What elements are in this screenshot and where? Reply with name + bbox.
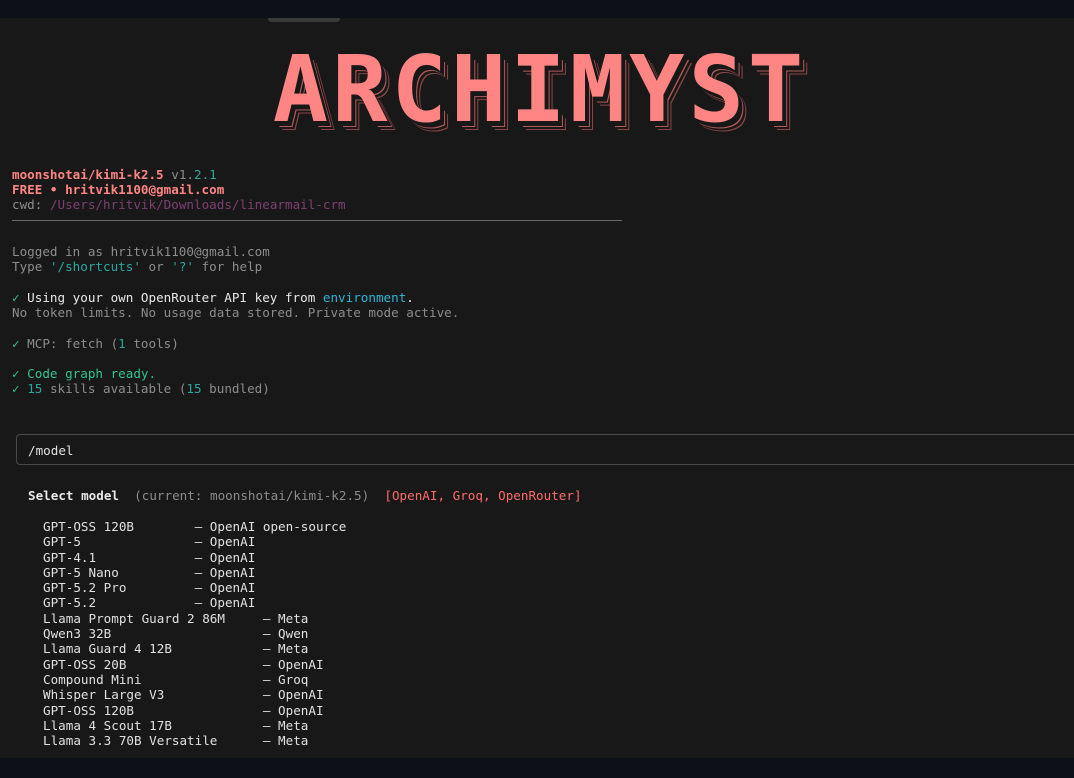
current-model: (current: moonshotai/kimi-k2.5) bbox=[134, 488, 369, 503]
model-option-provider: – OpenAI bbox=[195, 550, 256, 565]
check-icon: ✓ bbox=[12, 290, 20, 305]
model-option[interactable]: Whisper Large V3– OpenAI bbox=[43, 687, 346, 702]
model-option[interactable]: GPT-5.2 Pro– OpenAI bbox=[43, 580, 346, 595]
version-prefix: v1. bbox=[171, 167, 194, 182]
help-command: '?' bbox=[171, 259, 194, 274]
archimyst-logo: ARCHIMYST bbox=[220, 40, 860, 140]
model-option[interactable]: GPT-4.1– OpenAI bbox=[43, 550, 346, 565]
status-text: Using your own OpenRouter API key from bbox=[20, 290, 323, 305]
model-option-provider: – OpenAI bbox=[195, 534, 256, 549]
model-option-provider: – Meta bbox=[263, 718, 309, 733]
status-text: skills available ( bbox=[42, 381, 186, 396]
model-option[interactable]: GPT-5 Nano– OpenAI bbox=[43, 565, 346, 580]
cwd-path: /Users/hritvik/Downloads/linearmail-crm bbox=[50, 197, 346, 212]
model-option[interactable]: Llama 4 Scout 17B– Meta bbox=[43, 718, 346, 733]
check-icon: ✓ bbox=[12, 336, 20, 351]
model-option-name: Llama 4 Scout 17B bbox=[43, 718, 263, 733]
model-selector-header: Select model (current: moonshotai/kimi-k… bbox=[28, 488, 582, 503]
model-line: moonshotai/kimi-k2.5 v1.2.1 bbox=[12, 167, 217, 182]
model-option-provider: – OpenAI bbox=[195, 595, 256, 610]
logged-in-text: Logged in as hritvik1100@gmail.com bbox=[12, 244, 270, 259]
plan-line: FREE • hritvik1100@gmail.com bbox=[12, 182, 224, 197]
model-option-provider: – OpenAI bbox=[263, 703, 324, 718]
status-text: MCP: fetch ( bbox=[20, 336, 119, 351]
privacy-text: No token limits. No usage data stored. P… bbox=[12, 305, 459, 320]
api-key-status: ✓ Using your own OpenRouter API key from… bbox=[12, 290, 414, 305]
model-option[interactable]: GPT-5.2– OpenAI bbox=[43, 595, 346, 610]
bundled-count: 15 bbox=[186, 381, 201, 396]
model-option-provider: – Qwen bbox=[263, 626, 309, 641]
status-text: Code graph ready. bbox=[20, 366, 156, 381]
model-option-provider: – Groq bbox=[263, 672, 309, 687]
model-option[interactable]: Qwen3 32B– Qwen bbox=[43, 626, 346, 641]
divider bbox=[12, 220, 622, 221]
model-list: GPT-OSS 120B– OpenAI open-sourceGPT-5– O… bbox=[43, 519, 346, 748]
model-option-provider: – OpenAI open-source bbox=[195, 519, 347, 534]
tool-count: 1 bbox=[118, 336, 126, 351]
model-option-name: GPT-5.2 bbox=[43, 595, 195, 610]
model-option[interactable]: Llama Guard 4 12B– Meta bbox=[43, 641, 346, 656]
hint-text: for help bbox=[194, 259, 262, 274]
environment-label: environment bbox=[323, 290, 406, 305]
model-option[interactable]: GPT-OSS 120B– OpenAI bbox=[43, 703, 346, 718]
check-icon: ✓ bbox=[12, 381, 20, 396]
model-option-provider: – OpenAI bbox=[195, 580, 256, 595]
model-option-name: Llama Guard 4 12B bbox=[43, 641, 263, 656]
command-input[interactable]: /model bbox=[16, 434, 1074, 465]
model-option-name: Llama Prompt Guard 2 86M bbox=[43, 611, 263, 626]
model-option-provider: – OpenAI bbox=[263, 657, 324, 672]
mcp-status: ✓ MCP: fetch (1 tools) bbox=[12, 336, 179, 351]
tab-handle[interactable] bbox=[268, 18, 340, 22]
model-option-name: GPT-OSS 120B bbox=[43, 519, 195, 534]
hint-text: Type bbox=[12, 259, 50, 274]
status-text: tools) bbox=[126, 336, 179, 351]
skills-count: 15 bbox=[27, 381, 42, 396]
model-option-name: GPT-5.2 Pro bbox=[43, 580, 195, 595]
model-option-provider: – Meta bbox=[263, 611, 309, 626]
model-option-name: Qwen3 32B bbox=[43, 626, 263, 641]
skills-status: ✓ 15 skills available (15 bundled) bbox=[12, 381, 270, 396]
model-option-name: GPT-4.1 bbox=[43, 550, 195, 565]
provider-list: [OpenAI, Groq, OpenRouter] bbox=[384, 488, 581, 503]
check-icon: ✓ bbox=[12, 366, 20, 381]
version-suffix: 2.1 bbox=[194, 167, 217, 182]
model-option-name: GPT-OSS 120B bbox=[43, 703, 263, 718]
model-name: moonshotai/kimi-k2.5 bbox=[12, 167, 164, 182]
model-option-name: GPT-5 Nano bbox=[43, 565, 195, 580]
model-option-name: Compound Mini bbox=[43, 672, 263, 687]
status-text: bundled) bbox=[202, 381, 270, 396]
model-option-name: Llama 3.3 70B Versatile bbox=[43, 733, 263, 748]
status-text: . bbox=[406, 290, 414, 305]
cwd-line: cwd: /Users/hritvik/Downloads/linearmail… bbox=[12, 197, 346, 212]
model-option[interactable]: GPT-OSS 120B– OpenAI open-source bbox=[43, 519, 346, 534]
selector-title: Select model bbox=[28, 488, 119, 503]
model-option-provider: – OpenAI bbox=[195, 565, 256, 580]
model-option-name: GPT-5 bbox=[43, 534, 195, 549]
shortcuts-command: '/shortcuts' bbox=[50, 259, 141, 274]
model-option-provider: – Meta bbox=[263, 641, 309, 656]
model-option-name: GPT-OSS 20B bbox=[43, 657, 263, 672]
model-option-provider: – OpenAI bbox=[263, 687, 324, 702]
cwd-label: cwd: bbox=[12, 197, 42, 212]
model-option[interactable]: Llama 3.3 70B Versatile– Meta bbox=[43, 733, 346, 748]
model-option-name: Whisper Large V3 bbox=[43, 687, 263, 702]
help-hint: Type '/shortcuts' or '?' for help bbox=[12, 259, 262, 274]
model-option-provider: – Meta bbox=[263, 733, 309, 748]
model-option[interactable]: GPT-OSS 20B– OpenAI bbox=[43, 657, 346, 672]
model-option[interactable]: Llama Prompt Guard 2 86M– Meta bbox=[43, 611, 346, 626]
model-option[interactable]: Compound Mini– Groq bbox=[43, 672, 346, 687]
model-option[interactable]: GPT-5– OpenAI bbox=[43, 534, 346, 549]
hint-text: or bbox=[141, 259, 171, 274]
command-input-value: /model bbox=[28, 443, 74, 458]
code-graph-status: ✓ Code graph ready. bbox=[12, 366, 156, 381]
